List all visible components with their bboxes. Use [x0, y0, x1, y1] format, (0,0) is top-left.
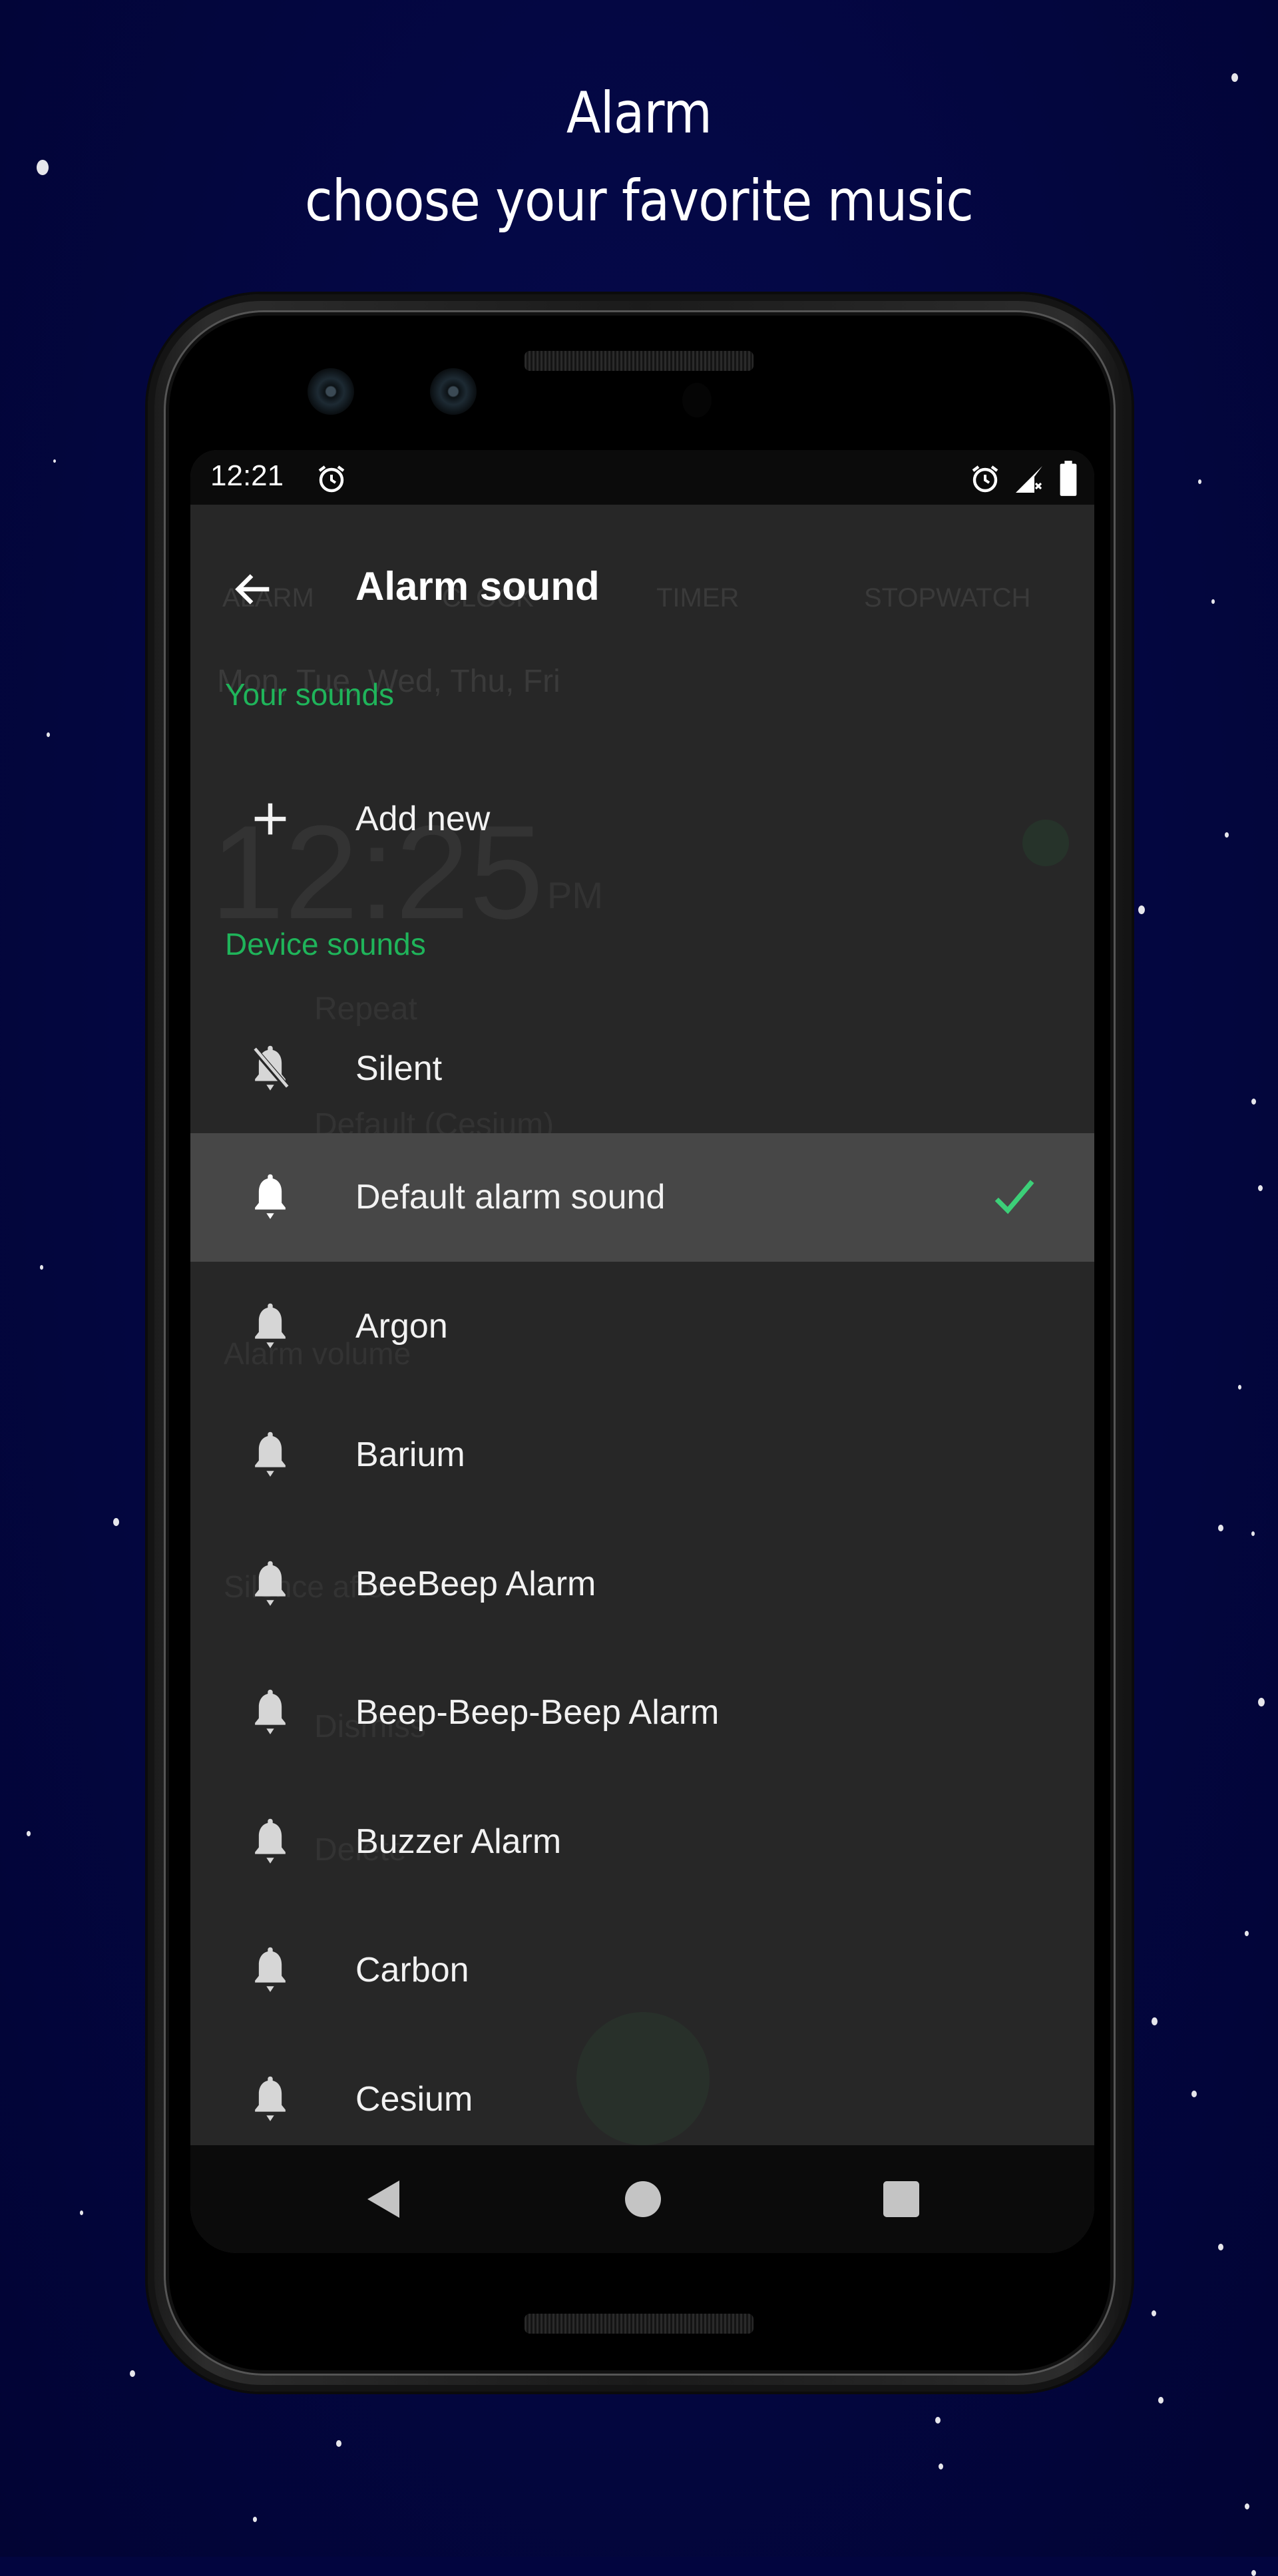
star	[1231, 73, 1238, 82]
section-device-sounds: Device sounds	[225, 927, 426, 961]
bell-icon	[255, 1561, 286, 1606]
sound-list-item-barium[interactable]: Barium	[190, 1391, 1094, 1519]
sound-label: BeeBeep Alarm	[355, 1564, 596, 1603]
bell-icon	[255, 1174, 286, 1219]
sound-label: Silent	[355, 1049, 443, 1088]
star	[1211, 599, 1215, 604]
sound-label: Argon	[355, 1306, 448, 1346]
sound-list-item-default-alarm-sound[interactable]: Default alarm sound	[190, 1133, 1094, 1262]
sound-label: Cesium	[355, 2079, 473, 2119]
navigation-bar	[190, 2145, 1094, 2253]
phone-screen: ALARM CLOCK TIMER STOPWATCH Mon, Tue, We…	[190, 450, 1094, 2253]
sound-list-item-argon[interactable]: Argon	[190, 1262, 1094, 1390]
star	[80, 2210, 83, 2215]
sound-label: Buzzer Alarm	[355, 1822, 562, 1861]
plus-icon	[254, 803, 286, 834]
add-new-label: Add new	[355, 799, 491, 838]
home-circle-icon[interactable]	[625, 2181, 661, 2217]
status-bar: 12:21	[190, 450, 1094, 505]
bell-icon	[255, 1818, 286, 1864]
star	[1152, 2017, 1158, 2025]
star	[47, 732, 50, 737]
star	[1251, 2570, 1256, 2576]
sound-list-item-cesium[interactable]: Cesium	[190, 2035, 1094, 2163]
star	[113, 1518, 119, 1526]
checkmark-icon	[994, 1180, 1034, 1214]
sound-list-item-carbon[interactable]: Carbon	[190, 1906, 1094, 2035]
star	[1258, 1185, 1263, 1192]
signal-no-data-icon	[1016, 466, 1042, 493]
alarm-clock-icon	[972, 465, 998, 493]
promo-title: Alarm	[566, 80, 712, 146]
sound-label: Barium	[355, 1435, 465, 1474]
bottom-speaker	[525, 2314, 753, 2334]
sound-list-item-silent[interactable]: Silent	[190, 1004, 1094, 1133]
bell-off-icon	[250, 1045, 290, 1091]
star	[1138, 905, 1145, 914]
bell-icon	[255, 1303, 286, 1348]
star	[1238, 1385, 1241, 1390]
star	[1258, 1698, 1265, 1706]
recents-square-icon[interactable]	[883, 2181, 919, 2217]
alarm-clock-icon	[318, 465, 345, 493]
page-title: Alarm sound	[355, 564, 600, 609]
app-bar: Alarm sound	[190, 505, 1094, 644]
star	[1245, 2503, 1249, 2510]
star	[1225, 832, 1229, 838]
star	[1251, 1531, 1255, 1536]
bell-icon	[255, 1947, 286, 1992]
star	[40, 1265, 43, 1270]
add-new-sound-button[interactable]: Add new	[190, 754, 1094, 883]
arrow-back-icon[interactable]	[230, 566, 277, 613]
sound-label: Carbon	[355, 1951, 469, 1989]
sound-list-item-beebeep-alarm[interactable]: BeeBeep Alarm	[190, 1519, 1094, 1648]
star	[253, 2517, 257, 2522]
front-camera-1	[308, 368, 354, 415]
earpiece-speaker	[525, 351, 753, 371]
sound-label: Default alarm sound	[355, 1178, 666, 1216]
front-camera-2	[430, 368, 477, 415]
sound-label: Beep-Beep-Beep Alarm	[355, 1693, 720, 1732]
section-your-sounds: Your sounds	[225, 677, 395, 712]
bell-icon	[255, 1689, 286, 1734]
back-triangle-icon[interactable]	[365, 2178, 402, 2220]
bell-icon	[255, 1431, 286, 1477]
sound-list-item-buzzer-alarm[interactable]: Buzzer Alarm	[190, 1777, 1094, 1906]
star	[1152, 2310, 1156, 2317]
battery-full-icon	[1060, 461, 1077, 496]
proximity-sensor	[682, 383, 712, 417]
bell-icon	[255, 2076, 286, 2121]
status-time: 12:21	[210, 459, 284, 492]
star	[1245, 1931, 1249, 1936]
star	[27, 1831, 31, 1836]
star	[1198, 479, 1201, 484]
promo-subtitle: choose your favorite music	[305, 168, 974, 234]
star	[1251, 1099, 1256, 1105]
star	[939, 2463, 943, 2470]
sound-list-item-beep-beep-beep-alarm[interactable]: Beep-Beep-Beep Alarm	[190, 1649, 1094, 1777]
